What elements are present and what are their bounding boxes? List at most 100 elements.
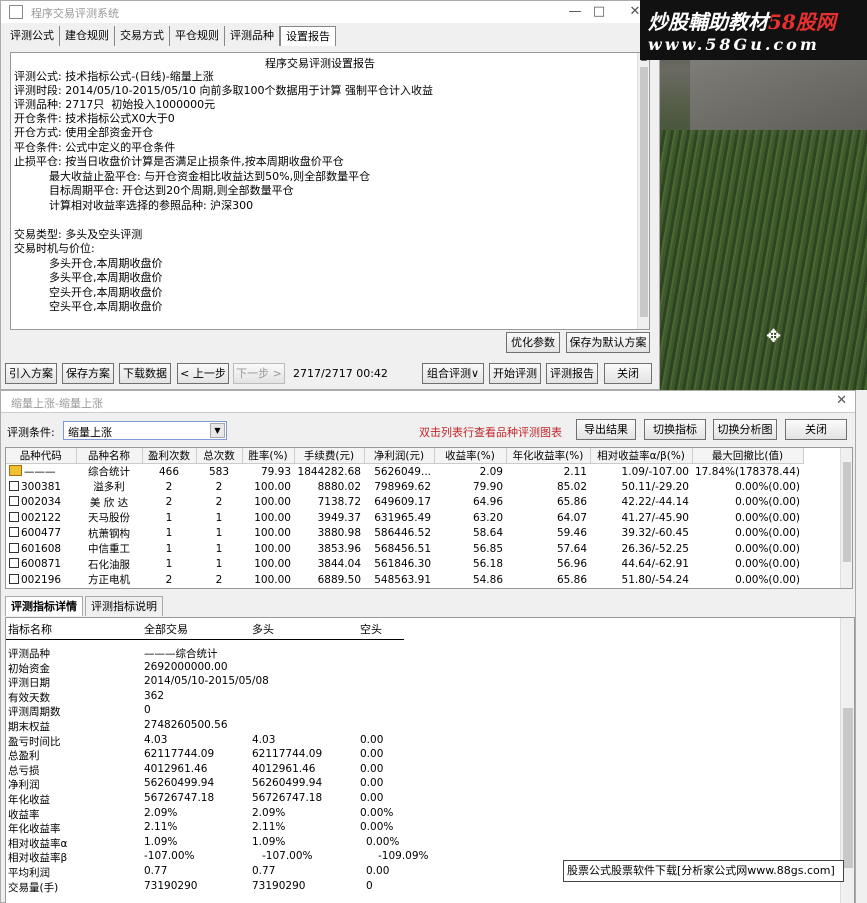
column-header[interactable]: 胜率(%) (242, 448, 295, 464)
settings-report-text[interactable]: 程序交易评测设置报告 评测公式: 技术指标公式-(日线)-缩量上涨 评测时段: … (10, 52, 650, 330)
table-cell: 51.80/-54.24 (621, 573, 689, 586)
start-test-button[interactable]: 开始评测 (489, 363, 541, 384)
scroll-thumb[interactable] (843, 462, 851, 562)
tab-open-rule[interactable]: 建仓规则 (60, 26, 115, 46)
switch-chart-button[interactable]: 切换分析图 (713, 419, 777, 440)
summary-row[interactable]: ——— 综合统计 466 583 79.93 1844282.68 5626049... 2.… (6, 464, 803, 480)
tab-metric-description[interactable]: 评测指标说明 (85, 596, 163, 616)
column-header[interactable]: 净利润(元) (364, 448, 435, 464)
table-cell: 100.00 (254, 496, 291, 509)
minimize-icon[interactable]: — (563, 3, 587, 21)
table-cell: 583 (208, 465, 230, 478)
column-header[interactable]: 手续费(元) (294, 448, 365, 464)
checkbox[interactable] (9, 558, 19, 569)
report-line: 空头平仓,本周期收盘价 (14, 300, 163, 313)
checkbox[interactable] (9, 480, 19, 491)
table-cell: 7138.72 (317, 496, 361, 509)
table-cell: 0.00%(0.00) (735, 527, 801, 540)
condition-select[interactable]: 缩量上涨 ▼ (63, 421, 227, 440)
checkbox[interactable] (9, 573, 19, 584)
save-default-button[interactable]: 保存为默认方案 (566, 332, 650, 353)
ad-banner[interactable]: 股票公式股票软件下载[分析家公式网www.88gs.com] (563, 860, 844, 882)
column-header[interactable]: 盈利次数 (142, 448, 197, 464)
table-row[interactable]: 600477 杭萧钢构 1 1 100.00 3880.98 586446.52 58.64 5… (6, 526, 803, 542)
metric-name: 总亏损 (8, 764, 40, 777)
column-header[interactable]: 相对收益率α/β(%) (590, 448, 693, 464)
export-results-button[interactable]: 导出结果 (576, 419, 636, 440)
table-cell: 100.00 (254, 573, 291, 586)
metric-row: 评测周期数 0 (6, 704, 606, 719)
metric-row: 总亏损 4012961.46 4012961.46 0.00 (6, 763, 606, 778)
column-header[interactable]: 年化收益率(%) (506, 448, 591, 464)
metric-name: 相对收益率β (8, 852, 68, 865)
tab-formula[interactable]: 评测公式 (5, 26, 60, 46)
table-cell: 586446.52 (374, 527, 431, 540)
table-row[interactable]: 002122 天马股份 1 1 100.00 3949.37 631965.49 63.20 6… (6, 510, 803, 526)
chevron-down-icon[interactable]: ▼ (210, 423, 225, 438)
switch-indicator-button[interactable]: 切换指标 (644, 419, 706, 440)
report-line: 多头平仓,本周期收盘价 (14, 271, 163, 284)
table-row[interactable]: 601608 中信重工 1 1 100.00 3853.96 568456.51 56.85 5… (6, 541, 803, 557)
table-row[interactable]: 002034 美 欣 达 2 2 100.00 7138.72 649609.17 64.96… (6, 495, 803, 511)
test-report-button[interactable]: 评测报告 (546, 363, 598, 384)
tab-trade-mode[interactable]: 交易方式 (115, 26, 170, 46)
next-step-button[interactable]: 下一步 > (233, 363, 285, 384)
tab-metric-details[interactable]: 评测指标详情 (5, 596, 83, 616)
close-results-button[interactable]: 关闭 (785, 419, 847, 440)
table-cell: 2 (165, 573, 173, 586)
table-row[interactable]: 002196 方正电机 2 2 100.00 6889.50 548563.91 54.86 6… (6, 572, 803, 588)
checkbox[interactable] (9, 542, 19, 553)
table-cell: 100.00 (254, 480, 291, 493)
metric-row: 相对收益率β -107.00% -107.00% -109.09% (6, 850, 606, 865)
column-header[interactable]: 品种代码 (6, 448, 77, 464)
column-header[interactable]: 总次数 (196, 448, 243, 464)
close-button[interactable]: 关闭 (604, 363, 652, 384)
results-titlebar[interactable]: 缩量上涨-缩量上涨 ✕ (1, 391, 855, 413)
metric-name: 收益率 (8, 808, 40, 821)
table-cell: 41.27/-45.90 (621, 511, 689, 524)
table-cell: 1.09/-107.00 (621, 465, 689, 478)
checkbox[interactable] (9, 527, 19, 538)
download-data-button[interactable]: 下载数据 (119, 363, 171, 384)
close-icon[interactable]: ✕ (836, 393, 847, 408)
table-cell: 649609.17 (374, 496, 431, 509)
metric-value: 62117744.09 (252, 748, 323, 761)
table-cell: 64.07 (556, 511, 587, 524)
table-row[interactable]: 300381 溢多利 2 2 100.00 8880.02 798969.62 79.90 85… (6, 479, 803, 495)
metric-value: -107.00% (262, 850, 313, 863)
column-header[interactable]: 收益率(%) (434, 448, 507, 464)
metric-value: -109.09% (378, 850, 429, 863)
maximize-icon[interactable]: □ (587, 3, 611, 21)
top-window-titlebar[interactable]: 程序交易评测系统 — □ ✕ (1, 1, 659, 23)
metric-name: 评测周期数 (8, 706, 61, 719)
table-cell: 方正电机 (88, 574, 130, 587)
column-header[interactable]: 最大回撤比(值) (692, 448, 804, 464)
scroll-thumb[interactable] (640, 67, 648, 317)
strategy-test-window: 程序交易评测系统 — □ ✕ 评测公式 建仓规则 交易方式 平仓规则 评测品种 … (0, 0, 660, 390)
metric-value: 0.00 (360, 777, 384, 790)
import-plan-button[interactable]: 引入方案 (5, 363, 57, 384)
save-plan-button[interactable]: 保存方案 (62, 363, 114, 384)
metric-value: 0 (144, 704, 151, 717)
optimize-params-button[interactable]: 优化参数 (506, 332, 560, 353)
photo-grass (660, 130, 867, 390)
table-cell: 0.00%(0.00) (735, 496, 801, 509)
table-cell: 100.00 (254, 542, 291, 555)
tab-test-symbols[interactable]: 评测品种 (225, 26, 280, 46)
table-cell: 1 (215, 511, 223, 524)
checkbox[interactable] (9, 496, 19, 507)
scroll-thumb[interactable] (843, 708, 853, 868)
detail-header-name: 指标名称 (8, 623, 52, 636)
tab-settings-report[interactable]: 设置报告 (280, 26, 336, 46)
prev-step-button[interactable]: < 上一步 (177, 363, 229, 384)
metric-value: 2692000000.00 (144, 660, 228, 673)
combo-test-dropdown[interactable]: 组合评测∨ (422, 363, 484, 384)
checkbox[interactable] (9, 511, 19, 522)
column-header[interactable]: 品种名称 (76, 448, 143, 464)
table-row[interactable]: 600871 石化油服 1 1 100.00 3844.04 561846.30 56.18 5… (6, 557, 803, 573)
table-scrollbar[interactable] (840, 448, 852, 588)
report-scrollbar[interactable]: ▲ (637, 53, 649, 329)
tab-close-rule[interactable]: 平仓规则 (170, 26, 225, 46)
metric-name: 净利润 (8, 779, 40, 792)
metric-value: ———综合统计 (144, 648, 218, 660)
